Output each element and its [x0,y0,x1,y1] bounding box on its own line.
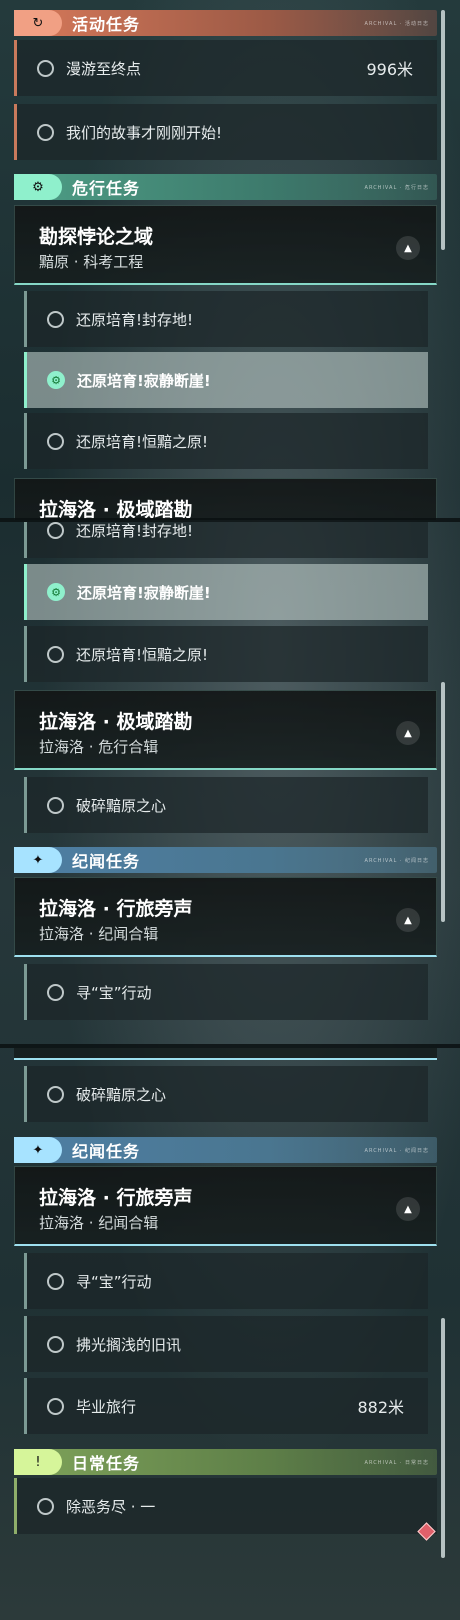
quest-panel-3: 破碎黯原之心 ✦ 纪闻任务 ARCHIVAL · 纪闻日志 拉海洛 · 行旅旁声… [0,1048,460,1620]
gear-icon: ⚙ [47,583,65,601]
card-title: 拉海洛 · 极域踏勘 [39,711,193,733]
quest-row[interactable]: 还原培育!恒黯之原! [24,413,428,469]
circle-icon [47,1272,64,1290]
quest-label: 寻“宝”行动 [76,983,152,1002]
header-tag: ARCHIVAL · 活动日志 [364,20,429,27]
quest-row[interactable]: 寻“宝”行动 [24,1253,428,1309]
circle-icon [47,522,64,539]
card-bottom-edge [14,1048,437,1060]
daily-quest-header[interactable]: ! 日常任务 ARCHIVAL · 日常日志 [14,1449,437,1475]
quest-label: 拂光搁浅的旧讯 [76,1335,182,1354]
quest-distance: 882米 [357,1398,404,1417]
quest-card[interactable]: 拉海洛 · 行旅旁声 拉海洛 · 纪闻合辑 ▲ [14,877,437,957]
circle-icon [47,1085,64,1103]
card-subtitle: 拉海洛 · 危行合辑 [39,738,159,756]
quest-label: 破碎黯原之心 [76,1085,167,1104]
header-label: 危行任务 [72,179,141,198]
circle-icon [47,983,64,1001]
sparkle-icon: ✦ [14,1137,62,1163]
circle-icon [47,432,64,450]
header-label: 日常任务 [72,1454,141,1473]
circle-icon [47,645,64,663]
header-label: 活动任务 [72,15,141,34]
card-title: 拉海洛 · 行旅旁声 [39,1187,193,1209]
scrollbar[interactable] [441,1318,445,1558]
header-tag: ARCHIVAL · 纪闻日志 [364,1147,429,1154]
card-title: 拉海洛 · 行旅旁声 [39,898,193,920]
collapse-icon[interactable]: ▲ [396,908,420,932]
card-title: 拉海洛 · 极域踏勘 [39,499,193,520]
quest-label: 还原培育!寂静断崖! [77,583,211,602]
activity-icon: ↻ [14,10,62,36]
quest-panel-1: ↻ 活动任务 ARCHIVAL · 活动日志 漫游至终点 996米 我们的故事才… [0,0,460,520]
alert-icon: ! [14,1449,62,1475]
collapse-icon[interactable]: ▲ [396,721,420,745]
quest-row[interactable]: 破碎黯原之心 [24,777,428,833]
gear-icon: ⚙ [47,371,65,389]
card-subtitle: 黯原 · 科考工程 [39,253,144,271]
quest-row[interactable]: 我们的故事才刚刚开始! [14,104,437,160]
quest-label: 还原培育!封存地! [76,310,194,329]
quest-label: 破碎黯原之心 [76,796,167,815]
quest-label: 寻“宝”行动 [76,1272,152,1291]
header-tag: ARCHIVAL · 纪闻日志 [364,857,429,864]
quest-row[interactable]: 还原培育!封存地! [24,522,428,558]
header-tag: ARCHIVAL · 日常日志 [364,1459,429,1466]
quest-row[interactable]: 寻“宝”行动 [24,964,428,1020]
quest-card[interactable]: 拉海洛 · 行旅旁声 拉海洛 · 纪闻合辑 ▲ [14,1166,437,1246]
quest-label: 还原培育!恒黯之原! [76,432,209,451]
quest-card[interactable]: 拉海洛 · 极域踏勘 拉海洛 · 危行合辑 ▲ [14,690,437,770]
quest-label: 还原培育!寂静断崖! [77,371,211,390]
quest-row[interactable]: 拂光搁浅的旧讯 [24,1316,428,1372]
scrollbar[interactable] [441,682,445,922]
quest-panel-2: 还原培育!封存地! ⚙ 还原培育!寂静断崖! 还原培育!恒黯之原! 拉海洛 · … [0,522,460,1044]
quest-row[interactable]: 毕业旅行 882米 [24,1378,428,1434]
scrollbar[interactable] [441,10,445,250]
lore-quest-header[interactable]: ✦ 纪闻任务 ARCHIVAL · 纪闻日志 [14,1137,437,1163]
quest-label: 还原培育!封存地! [76,522,194,540]
header-label: 纪闻任务 [72,1142,141,1161]
quest-row-selected[interactable]: ⚙ 还原培育!寂静断崖! [24,564,428,620]
collapse-icon[interactable]: ▲ [396,1197,420,1221]
card-subtitle: 拉海洛 · 纪闻合辑 [39,1214,159,1232]
circle-icon [47,310,64,328]
quest-row[interactable]: 漫游至终点 996米 [14,40,437,96]
header-tag: ARCHIVAL · 危行日志 [364,184,429,191]
sparkle-icon: ✦ [14,847,62,873]
risk-quest-header[interactable]: ⚙ 危行任务 ARCHIVAL · 危行日志 [14,174,437,200]
quest-row-selected[interactable]: ⚙ 还原培育!寂静断崖! [24,352,428,408]
quest-row[interactable]: 还原培育!封存地! [24,291,428,347]
lore-quest-header[interactable]: ✦ 纪闻任务 ARCHIVAL · 纪闻日志 [14,847,437,873]
circle-icon [47,1335,64,1353]
quest-label: 除恶务尽 · 一 [66,1497,156,1516]
quest-row[interactable]: 破碎黯原之心 [24,1066,428,1122]
circle-icon [37,1497,54,1515]
quest-label: 漫游至终点 [66,59,142,78]
quest-card-partial[interactable]: 拉海洛 · 极域踏勘 [14,478,437,520]
quest-row[interactable]: 还原培育!恒黯之原! [24,626,428,682]
quest-card[interactable]: 勘探悖论之域 黯原 · 科考工程 ▲ [14,205,437,285]
circle-icon [37,59,54,77]
card-title: 勘探悖论之域 [39,226,154,248]
quest-label: 我们的故事才刚刚开始! [66,123,223,142]
quest-distance: 996米 [366,60,413,79]
quest-label: 毕业旅行 [76,1397,137,1416]
quest-label: 还原培育!恒黯之原! [76,645,209,664]
header-label: 纪闻任务 [72,852,141,871]
circle-icon [47,796,64,814]
card-subtitle: 拉海洛 · 纪闻合辑 [39,925,159,943]
activity-quest-header[interactable]: ↻ 活动任务 ARCHIVAL · 活动日志 [14,10,437,36]
circle-icon [37,123,54,141]
circle-icon [47,1397,64,1415]
gear-icon: ⚙ [14,174,62,200]
quest-row[interactable]: 除恶务尽 · 一 [14,1478,437,1534]
collapse-icon[interactable]: ▲ [396,236,420,260]
